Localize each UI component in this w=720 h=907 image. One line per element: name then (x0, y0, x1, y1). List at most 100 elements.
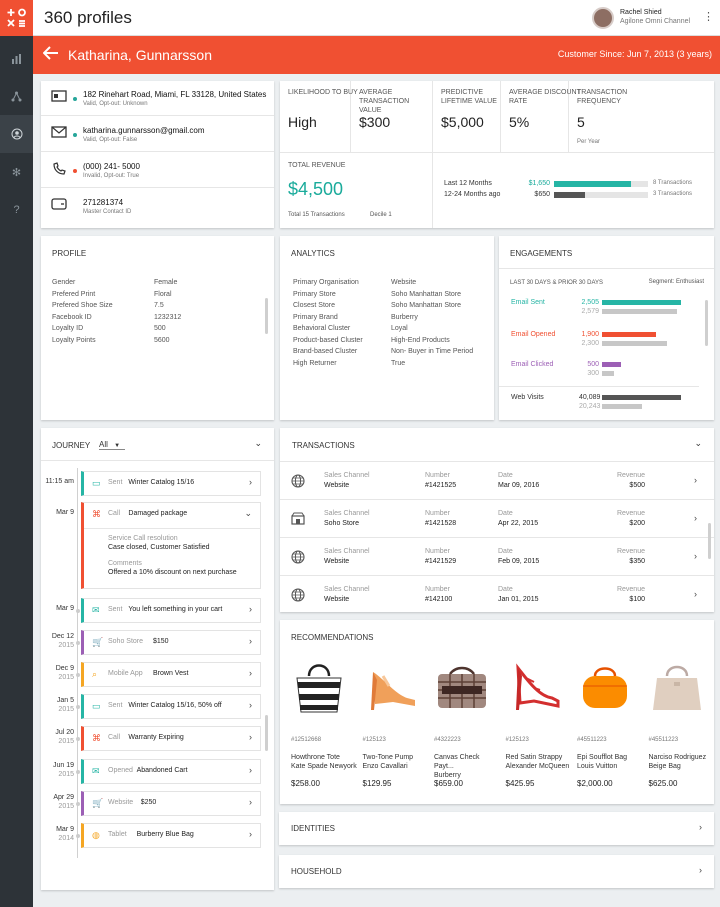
txn-num-label: Number (425, 510, 450, 517)
journey-filter-select[interactable]: All ▼ (99, 440, 125, 450)
gear-icon[interactable]: ✻ (0, 153, 33, 191)
journey-item[interactable]: ▭ Sent Winter Catalog 15/16, 50% off › (81, 694, 261, 719)
check-bag-image (432, 658, 492, 718)
open-mail-icon: ✉ (92, 766, 100, 776)
table-row[interactable]: Sales Channel Website Number #1421529 Date Fe… (280, 538, 714, 576)
journey-item[interactable]: 🛒 Website $250 › (81, 791, 261, 816)
chevron-right-icon: › (699, 865, 702, 875)
txn-revenue-label: Revenue (616, 548, 645, 555)
scrollbar[interactable] (265, 298, 268, 334)
avatar[interactable] (592, 7, 614, 29)
txn-num-label: Number (425, 472, 450, 479)
store-icon (291, 512, 305, 528)
profile-key: Gender (52, 279, 76, 286)
journey-item[interactable]: ▭ Sent Winter Catalog 15/16 › (81, 471, 261, 496)
journey-date-text: 11:15 am (45, 478, 74, 485)
txn-channel-label: Sales Channel (324, 510, 370, 517)
txn-channel: Sales Channel Soho Store (324, 509, 370, 529)
journey-type: Website (108, 799, 134, 806)
engagements-segment: Segment: Enthusiast (648, 279, 704, 285)
network-icon[interactable] (0, 77, 33, 115)
engagement-prior-bar (602, 404, 642, 409)
txn-channel: Sales Channel Website (324, 547, 370, 567)
table-row[interactable]: Sales Channel Website Number #142100 Date Jan… (280, 576, 714, 614)
address-row[interactable]: 182 Rinehart Road, Miami, FL 33128, Unit… (41, 81, 274, 116)
caret-down-icon: ▼ (114, 443, 121, 449)
email-row[interactable]: katharina.gunnarsson@gmail.com Valid, Op… (41, 117, 274, 152)
engagement-prior-bar (602, 341, 667, 346)
txn-date: Date Feb 09, 2015 (498, 547, 539, 567)
bar-chart-icon[interactable] (0, 39, 33, 77)
recommendation-name: Epi Soufflot Bag Louis Vuitton (577, 754, 628, 770)
help-icon[interactable]: ? (0, 191, 33, 229)
phone-status: Invalid, Opt-out: True (83, 173, 140, 179)
profile-key: Prefered Shoe Size (52, 302, 113, 309)
txn-revenue: Revenue $500 (585, 471, 645, 491)
engagement-current-bar (602, 362, 621, 367)
recommendation-price: $2,000.00 (577, 779, 613, 788)
journey-item[interactable]: ⌘ Call Warranty Expiring › (81, 726, 261, 751)
txn-date: Date Jan 01, 2015 (498, 585, 538, 605)
journey-item[interactable]: ✉ Sent You left something in your cart › (81, 598, 261, 623)
more-options-icon[interactable]: ⋮ (703, 10, 714, 23)
txn-revenue-value: $200 (629, 520, 645, 527)
journey-type: Sent (108, 702, 123, 709)
chevron-right-icon: › (694, 589, 697, 599)
phone-row[interactable]: (000) 241- 5000 Invalid, Opt-out: True (41, 153, 274, 188)
metric-discount-rate: AVERAGE DISCOUNT RATE 5% (501, 81, 581, 152)
globe-icon: ◍ (92, 830, 100, 840)
status-dot (73, 169, 77, 173)
app-logo-icon[interactable] (0, 0, 33, 36)
master-contact-id: 271281374 (83, 198, 124, 207)
timeline-dot (75, 641, 80, 645)
scrollbar[interactable] (265, 715, 268, 751)
address-card-icon (51, 90, 67, 104)
household-title: HOUSEHOLD (291, 867, 342, 876)
identities-section[interactable]: IDENTITIES › (279, 812, 714, 845)
beige-bag-image (647, 658, 707, 718)
metric-avg-transaction: AVERAGE TRANSACTION VALUE $300 (351, 81, 433, 152)
txn-date-value: Jan 01, 2015 (498, 596, 539, 603)
orange-pump-image (361, 658, 421, 718)
scrollbar[interactable] (708, 523, 711, 559)
journey-item[interactable]: ◍ Tablet Burberry Blue Bag › (81, 823, 261, 848)
recommendation-price: $258.00 (291, 779, 320, 788)
txn-revenue-value: $350 (629, 558, 645, 565)
back-arrow-icon[interactable] (42, 46, 59, 65)
timeline-dot (75, 770, 80, 774)
recommendations-card: RECOMMENDATIONS #12512668 Howthrone Tote … (280, 620, 714, 804)
journey-item[interactable]: ⌕ Mobile App Brown Vest › (81, 662, 261, 687)
journey-item[interactable]: ✉ Opened Abandoned Cart › (81, 759, 261, 784)
profile-value: 500 (154, 325, 166, 332)
recommendations-title: RECOMMENDATIONS (291, 633, 374, 642)
journey-year: 2015 (58, 642, 74, 649)
journey-title-text: Damaged package (128, 510, 188, 517)
journey-type: Call (108, 734, 121, 741)
profile-value: Floral (154, 290, 172, 298)
txn-channel-value: Website (324, 482, 350, 489)
chevron-down-icon[interactable]: ⌄ (254, 438, 262, 449)
striped-tote-image (289, 658, 349, 718)
command-icon: ⌘ (92, 733, 101, 743)
journey-date-text: Jan 5 (56, 697, 74, 704)
journey-item[interactable]: 🛒 Soho Store $150 › (81, 630, 261, 655)
journey-date: Dec 12 2015 (40, 632, 74, 650)
table-row[interactable]: Sales Channel Website Number #1421525 Date Ma… (280, 462, 714, 500)
revenue-period: Last 12 Months (444, 180, 492, 187)
recommendation-sku: #12512668 (291, 737, 322, 743)
engagement-row: Email Opened 1,900 2,300 (499, 330, 714, 350)
person-circle-icon[interactable] (0, 115, 33, 153)
journey-type: Sent (108, 606, 123, 613)
txn-channel: Sales Channel Website (324, 585, 370, 605)
household-section[interactable]: HOUSEHOLD › (279, 855, 714, 888)
analytics-key: Primary Brand (293, 313, 338, 321)
engagement-row: Email Clicked 500 300 (499, 360, 714, 380)
engagements-card: ENGAGEMENTS LAST 30 DAYS & PRIOR 30 DAYS… (499, 236, 714, 420)
revenue-amount: $1,650 (528, 180, 550, 187)
master-id-row: 271281374 Master Contact ID (41, 189, 274, 224)
journey-item[interactable]: ⌘ Call Damaged package ⌄ Service Call resolu… (81, 502, 261, 589)
chevron-down-icon[interactable]: ⌄ (694, 438, 702, 449)
scrollbar[interactable] (705, 300, 708, 346)
table-row[interactable]: Sales Channel Soho Store Number #1421528 Dat… (280, 500, 714, 538)
timeline-dot (75, 834, 80, 838)
